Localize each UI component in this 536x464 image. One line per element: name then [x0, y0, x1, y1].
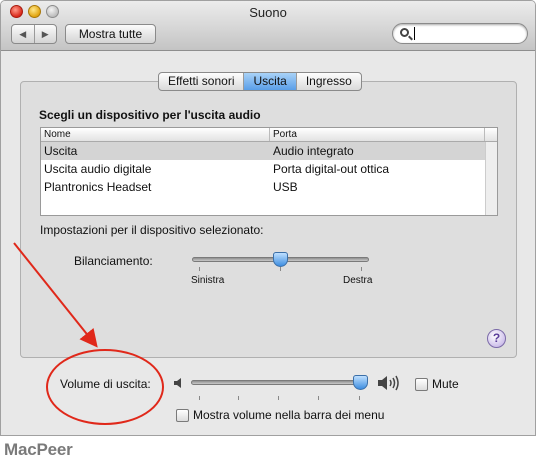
tab-effetti-sonori[interactable]: Effetti sonori — [159, 73, 245, 90]
device-name: Uscita — [44, 144, 78, 158]
mute-checkbox[interactable] — [415, 378, 428, 391]
balance-right-label: Destra — [343, 275, 373, 286]
device-port: USB — [273, 180, 298, 194]
table-scrollbar[interactable] — [485, 142, 497, 215]
forward-arrow-icon[interactable]: ▶ — [35, 25, 57, 43]
device-name: Plantronics Headset — [44, 180, 152, 194]
balance-tick — [199, 267, 200, 271]
balance-slider-knob[interactable] — [273, 252, 288, 267]
output-volume-label: Volume di uscita: — [60, 377, 151, 391]
volume-slider-knob[interactable] — [353, 375, 369, 390]
device-port: Audio integrato — [273, 144, 354, 158]
section-title: Scegli un dispositivo per l'uscita audio — [39, 108, 261, 122]
column-header-name[interactable]: Nome — [41, 128, 270, 141]
macpeer-watermark: MacPeer — [4, 440, 73, 459]
mute-label: Mute — [432, 377, 459, 391]
speaker-high-icon — [378, 375, 399, 391]
window-title: Suono — [249, 5, 287, 20]
show-all-button[interactable]: Mostra tutte — [65, 24, 156, 44]
text-cursor — [414, 27, 415, 40]
table-row[interactable]: Uscita Audio integrato — [41, 142, 497, 160]
output-panel — [20, 81, 517, 358]
balance-label: Bilanciamento: — [74, 254, 153, 268]
column-header-port[interactable]: Porta — [270, 128, 485, 141]
device-port: Porta digital-out ottica — [273, 162, 390, 176]
tab-ingresso[interactable]: Ingresso — [297, 73, 361, 90]
volume-slider-track[interactable] — [191, 380, 366, 385]
sound-preferences-window: Suono ◀ ▶ Mostra tutte Effetti sonori Us… — [0, 0, 536, 436]
balance-left-label: Sinistra — [191, 275, 225, 286]
table-row[interactable]: Uscita audio digitale Porta digital-out … — [41, 160, 497, 178]
back-forward-control: ◀ ▶ — [11, 24, 57, 44]
table-row[interactable]: Plantronics Headset USB — [41, 178, 497, 196]
selected-device-settings-label: Impostazioni per il dispositivo selezion… — [40, 223, 264, 237]
volume-tick — [199, 396, 200, 400]
tab-bar: Effetti sonori Uscita Ingresso — [158, 72, 362, 91]
back-arrow-icon[interactable]: ◀ — [12, 25, 35, 43]
help-button[interactable]: ? — [487, 329, 506, 348]
volume-tick — [359, 396, 360, 400]
search-field[interactable] — [392, 23, 528, 44]
speaker-low-icon — [174, 378, 181, 388]
tab-uscita[interactable]: Uscita — [244, 73, 297, 90]
show-volume-in-menu-bar-label: Mostra volume nella barra dei menu — [193, 408, 385, 422]
volume-tick — [238, 396, 239, 400]
volume-tick — [318, 396, 319, 400]
table-header: Nome Porta — [41, 128, 497, 142]
search-icon — [400, 28, 409, 37]
title-bar: Suono ◀ ▶ Mostra tutte — [1, 1, 535, 51]
output-device-table: Nome Porta Uscita Audio integrato Uscita… — [40, 127, 498, 216]
device-name: Uscita audio digitale — [44, 162, 152, 176]
balance-tick — [280, 267, 281, 271]
balance-tick — [361, 267, 362, 271]
show-volume-in-menu-bar-checkbox[interactable] — [176, 409, 189, 422]
volume-tick — [278, 396, 279, 400]
